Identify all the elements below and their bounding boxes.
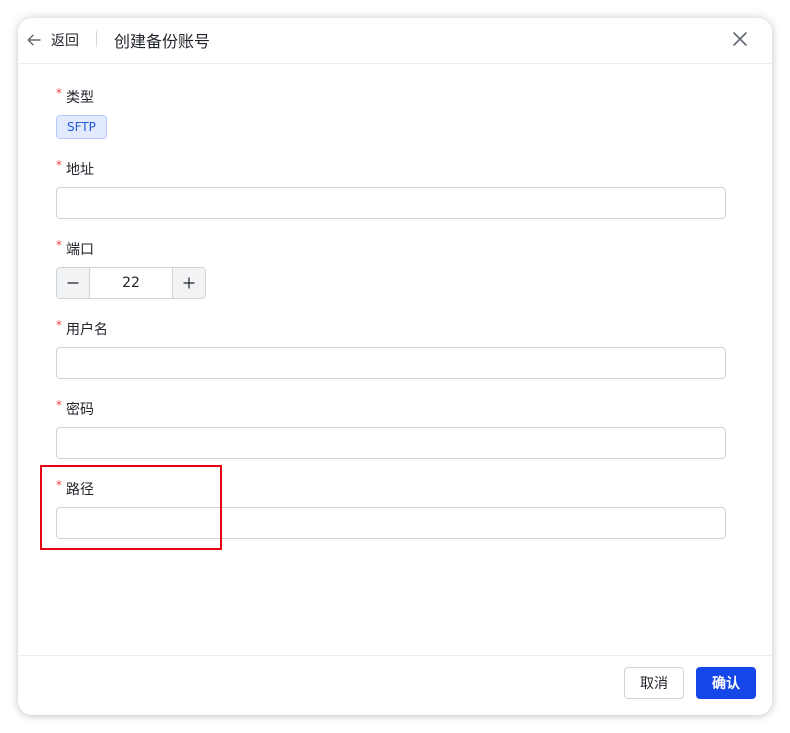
password-input[interactable]: [56, 427, 726, 459]
required-mark: *: [56, 238, 62, 252]
cancel-button[interactable]: 取消: [624, 667, 684, 699]
type-label: * 类型: [56, 86, 94, 107]
required-mark: *: [56, 398, 62, 412]
port-label-text: 端口: [66, 242, 94, 258]
increment-button[interactable]: [172, 268, 205, 298]
plus-icon: [183, 277, 195, 289]
required-mark: *: [56, 86, 62, 100]
type-tag-sftp[interactable]: SFTP: [56, 115, 107, 139]
dialog-title: 创建备份账号: [114, 32, 211, 51]
password-label-text: 密码: [66, 402, 94, 418]
password-label: * 密码: [56, 398, 94, 419]
highlight-annotation-box: [40, 465, 222, 550]
port-label: * 端口: [56, 238, 94, 259]
minus-icon: [67, 282, 79, 284]
address-input[interactable]: [56, 187, 726, 219]
header-divider: [96, 31, 97, 47]
dialog-header: 返回 创建备份账号: [18, 18, 772, 64]
address-label: * 地址: [56, 158, 94, 179]
username-label-text: 用户名: [66, 322, 108, 338]
confirm-button[interactable]: 确认: [696, 667, 756, 699]
address-label-text: 地址: [66, 162, 94, 178]
close-icon[interactable]: [731, 30, 749, 48]
arrow-left-icon: [27, 34, 41, 46]
back-label: 返回: [51, 33, 79, 49]
username-input[interactable]: [56, 347, 726, 379]
username-label: * 用户名: [56, 318, 108, 339]
port-value[interactable]: 22: [90, 268, 172, 298]
required-mark: *: [56, 318, 62, 332]
create-backup-account-dialog: 返回 创建备份账号 * 类型 SFTP * 地址 * 端口 22 * 用户名 *…: [18, 18, 772, 715]
port-stepper: 22: [56, 267, 206, 299]
dialog-footer: 取消 确认: [18, 655, 772, 715]
required-mark: *: [56, 158, 62, 172]
type-label-text: 类型: [66, 90, 94, 106]
back-button[interactable]: 返回: [26, 29, 79, 51]
decrement-button[interactable]: [57, 268, 90, 298]
